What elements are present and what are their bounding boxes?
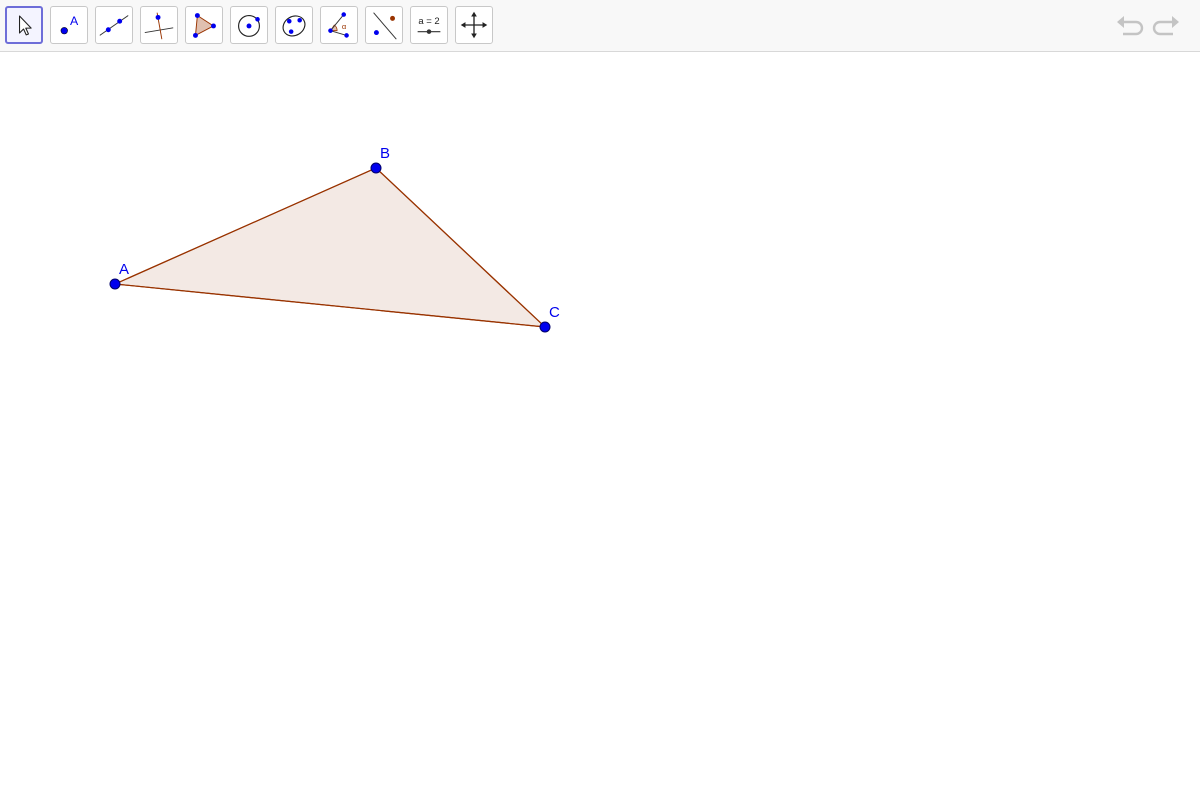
reflect-tool-button[interactable] xyxy=(365,6,403,44)
svg-text:a = 2: a = 2 xyxy=(418,16,439,27)
ellipse-tool-button[interactable] xyxy=(275,6,313,44)
svg-text:A: A xyxy=(70,14,79,28)
toolbar: A α a = 2 xyxy=(0,0,1200,52)
circle-center-point-icon xyxy=(238,14,260,37)
arrow-cursor-icon xyxy=(18,15,32,36)
angle-icon: α xyxy=(328,12,349,38)
point-a[interactable] xyxy=(109,278,121,290)
point-c[interactable] xyxy=(539,321,551,333)
undo-icon xyxy=(1117,16,1144,36)
slider-icon: a = 2 xyxy=(417,16,441,34)
point-tool-button[interactable]: A xyxy=(50,6,88,44)
perpendicular-line-tool-button[interactable] xyxy=(140,6,178,44)
svg-text:α: α xyxy=(342,22,347,31)
move-graphics-view-icon xyxy=(460,11,488,39)
polygon-icon xyxy=(193,13,216,38)
redo-button[interactable] xyxy=(1152,12,1182,42)
angle-tool-button[interactable]: α xyxy=(320,6,358,44)
undo-button[interactable] xyxy=(1114,12,1144,42)
redo-icon xyxy=(1152,16,1179,36)
circle-tool-button[interactable] xyxy=(230,6,268,44)
slider-tool-button[interactable]: a = 2 xyxy=(410,6,448,44)
ellipse-icon xyxy=(282,15,306,37)
line-through-two-points-icon xyxy=(99,15,129,36)
line-tool-button[interactable] xyxy=(95,6,133,44)
graphics-view-canvas[interactable]: A B C xyxy=(0,53,1200,800)
point-a-label: A xyxy=(119,261,129,278)
point-icon: A xyxy=(60,14,79,35)
polygon-tool-button[interactable] xyxy=(185,6,223,44)
point-b-label: B xyxy=(380,145,390,162)
reflect-about-line-icon xyxy=(373,12,397,40)
graphics-view[interactable]: A B C xyxy=(0,53,1200,800)
move-tool-button[interactable] xyxy=(5,6,43,44)
triangle-polygon[interactable] xyxy=(112,167,547,328)
point-c-label: C xyxy=(549,304,560,321)
perpendicular-line-icon xyxy=(144,12,174,40)
point-b[interactable] xyxy=(370,162,382,174)
move-graphics-view-tool-button[interactable] xyxy=(455,6,493,44)
